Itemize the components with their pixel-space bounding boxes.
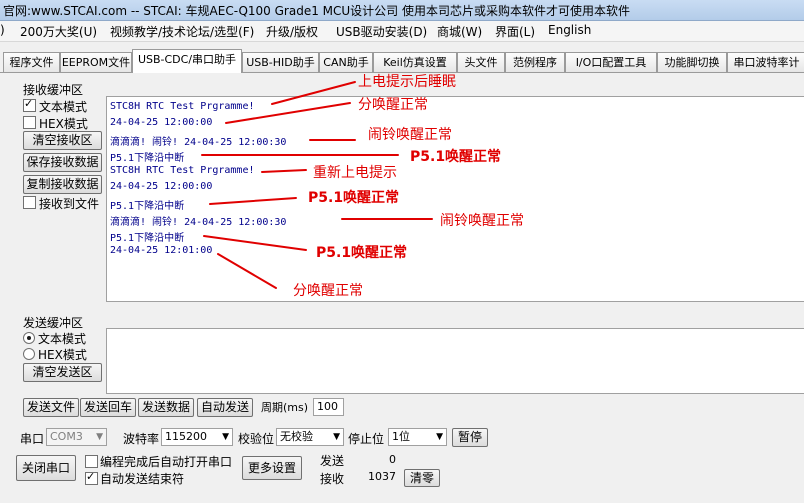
stop-bits-select[interactable]: 1位 ▼ (388, 428, 447, 446)
stop-bits-label: 停止位 (348, 432, 385, 446)
clear-send-button[interactable]: 清空发送区 (23, 363, 102, 382)
annotation-arrow (209, 197, 297, 205)
recv-count-value: 1037 (346, 469, 400, 485)
port-select[interactable]: COM3 ▼ (46, 428, 107, 446)
period-label: 周期(ms) (261, 401, 309, 414)
send-group-label: 发送缓冲区 (23, 316, 84, 330)
clear-count-button[interactable]: 清零 (404, 469, 440, 487)
send-file-button[interactable]: 发送文件 (23, 398, 79, 417)
send-count-value: 0 (346, 452, 400, 468)
auto-end-label: 自动发送结束符 (100, 472, 185, 486)
annotation-arrow (225, 102, 351, 124)
annotation-arrow (203, 235, 307, 251)
send-text-mode-radio[interactable] (23, 332, 35, 344)
annotation-arrow (217, 253, 277, 289)
send-textarea[interactable] (106, 328, 804, 394)
annotation-label: 闹铃唤醒正常 (368, 127, 452, 143)
annotation-label: P5.1唤醒正常 (308, 190, 400, 206)
baud-select[interactable]: 115200 ▼ (161, 428, 233, 446)
tab-serial-assistant[interactable]: USB-CDC/串口助手 (132, 49, 242, 73)
baud-label: 波特率 (123, 432, 160, 446)
annotation-arrow (271, 81, 356, 105)
auto-send-button[interactable]: 自动发送 (197, 398, 253, 417)
annotation-label: P5.1唤醒正常 (410, 149, 502, 165)
parity-label: 校验位 (238, 432, 275, 446)
annotation-label: 分唤醒正常 (358, 97, 428, 113)
send-text-mode-label: 文本模式 (38, 332, 87, 346)
send-count-label: 发送 (320, 454, 345, 468)
period-input[interactable]: 100 (313, 398, 344, 416)
auto-open-checkbox[interactable] (85, 455, 98, 468)
parity-value: 无校验 (280, 430, 313, 443)
annotation-label: 分唤醒正常 (293, 283, 363, 299)
baud-value: 115200 (165, 430, 207, 443)
close-port-button[interactable]: 关闭串口 (16, 455, 76, 481)
port-label: 串口 (20, 432, 45, 446)
chevron-down-icon: ▼ (222, 432, 229, 442)
pause-button[interactable]: 暂停 (452, 428, 488, 447)
annotation-label: 重新上电提示 (313, 165, 397, 181)
auto-end-checkbox[interactable] (85, 470, 98, 485)
send-data-button[interactable]: 发送数据 (138, 398, 194, 417)
annotation-label: P5.1唤醒正常 (316, 245, 408, 261)
chevron-down-icon: ▼ (436, 432, 443, 442)
chevron-down-icon: ▼ (333, 432, 340, 442)
send-hex-mode-label: HEX模式 (38, 348, 87, 362)
annotation-label: 上电提示后睡眠 (358, 74, 456, 90)
send-hex-mode-radio[interactable] (23, 348, 35, 360)
annotation-arrow (261, 169, 307, 173)
annotation-label: 闹铃唤醒正常 (440, 213, 524, 229)
chevron-down-icon: ▼ (96, 432, 103, 442)
send-enter-button[interactable]: 发送回车 (80, 398, 136, 417)
port-value: COM3 (50, 430, 83, 443)
stop-bits-value: 1位 (392, 430, 410, 443)
recv-count-label: 接收 (320, 472, 345, 486)
more-settings-button[interactable]: 更多设置 (242, 456, 302, 480)
auto-open-label: 编程完成后自动打开串口 (100, 455, 233, 469)
parity-select[interactable]: 无校验 ▼ (276, 428, 344, 446)
